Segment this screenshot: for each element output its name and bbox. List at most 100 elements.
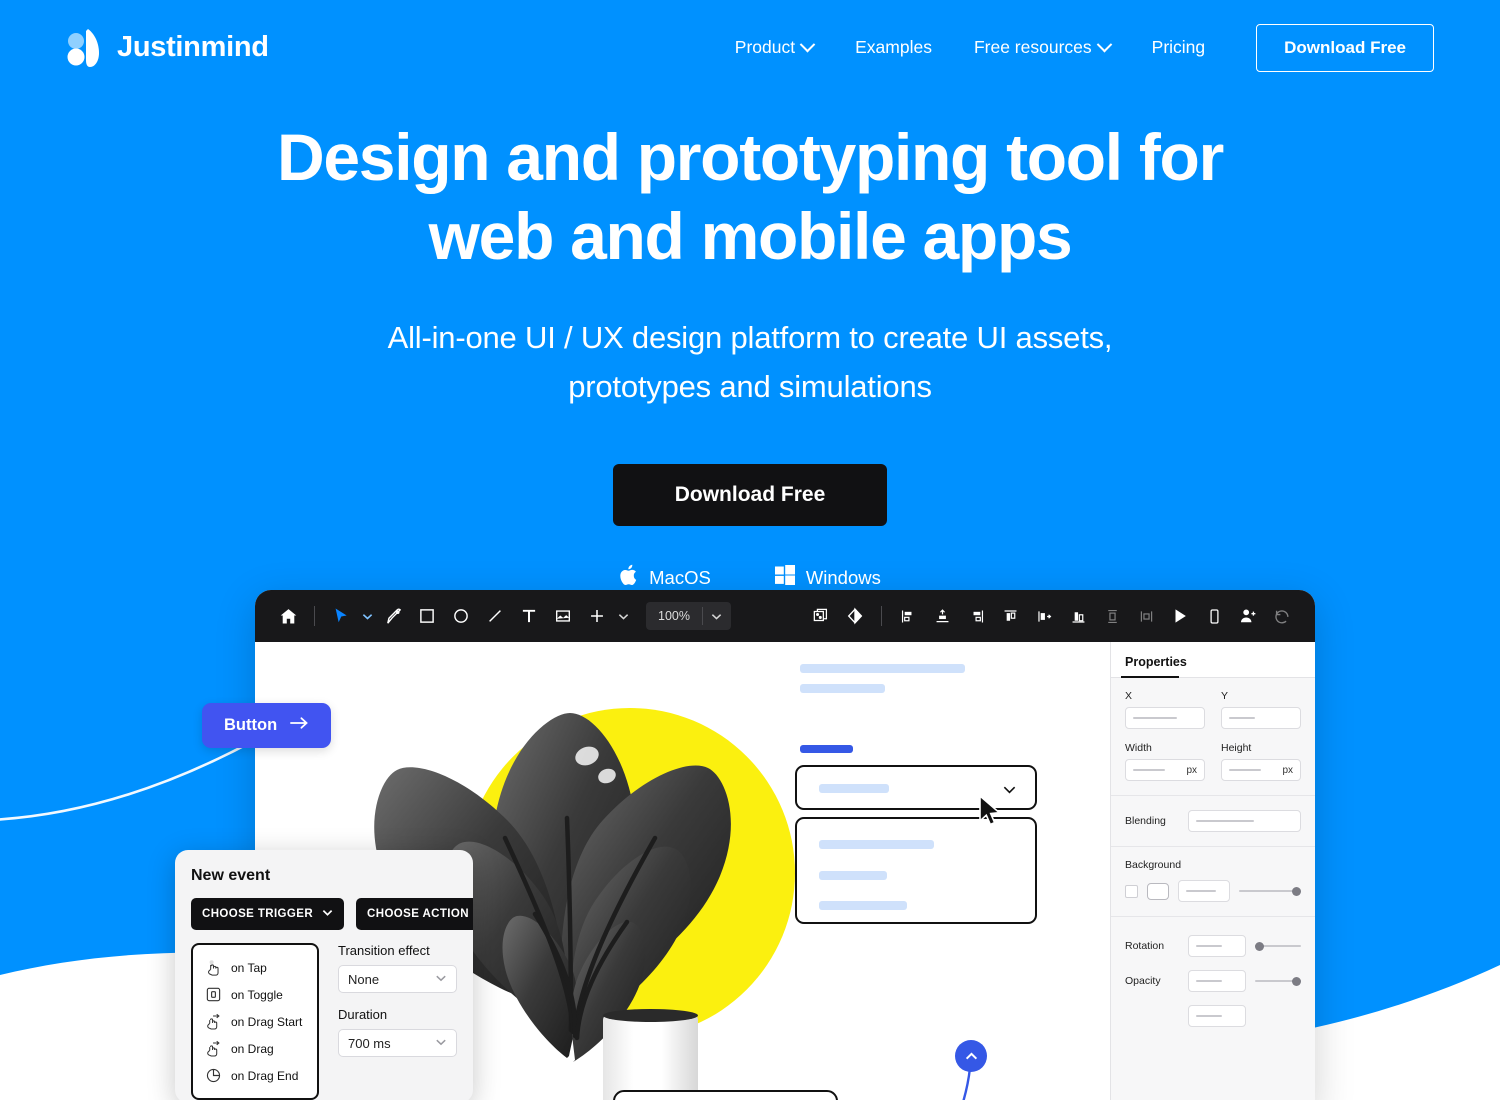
properties-tab-label: Properties [1125,655,1187,669]
wireframe-text-line [800,664,965,673]
duration-select[interactable]: 700 ms [338,1029,457,1057]
placeholder-bar [1133,717,1177,719]
nav-link-label: Free resources [973,37,1092,57]
chevron-down-icon[interactable] [358,599,376,633]
app-toolbar: 100% [255,590,1315,642]
trigger-label: on Drag Start [231,1014,303,1029]
field-width-label: Width [1125,742,1152,754]
select-cursor-icon[interactable] [324,599,358,633]
nav-link-product[interactable]: Product [714,36,834,58]
button-chip[interactable]: Button [202,703,332,748]
trigger-on-drag[interactable]: on Drag [203,1035,307,1062]
windows-icon [774,565,795,590]
home-icon[interactable] [271,599,305,633]
placeholder-bar [1196,980,1222,982]
align-center-horizontal-icon[interactable] [925,599,959,633]
field-y-label: Y [1221,690,1229,702]
os-link-macos[interactable]: MacOS [619,564,711,591]
rectangle-icon[interactable] [410,599,444,633]
wireframe-accent-line [800,745,853,753]
plus-icon[interactable] [580,599,614,633]
brand-name: Justinmind [117,31,269,63]
pen-icon[interactable] [376,599,410,633]
field-x-input[interactable] [1125,707,1205,729]
chevron-up-button[interactable] [955,1040,987,1072]
line-icon[interactable] [478,599,512,633]
placeholder-bar [1196,820,1254,822]
transition-effect-select[interactable]: None [338,965,457,993]
toggle-icon [205,986,222,1003]
text-icon[interactable] [512,599,546,633]
field-y-input[interactable] [1221,707,1301,729]
image-icon[interactable] [546,599,580,633]
button-chip-label: Button [224,716,278,734]
choose-trigger-button[interactable]: CHOOSE TRIGGER [191,898,345,930]
placeholder-bar [1196,1015,1222,1017]
transition-effect-label: Transition effect [338,943,430,958]
blending-label: Blending [1125,815,1166,827]
background-opacity-slider[interactable] [1239,885,1301,897]
distribute-horizontal-icon[interactable] [1027,599,1061,633]
opacity-input[interactable] [1188,970,1246,992]
nav-link-examples[interactable]: Examples [834,37,953,58]
nav-link-pricing[interactable]: Pricing [1131,37,1227,58]
align-right-icon[interactable] [959,599,993,633]
zoom-control[interactable]: 100% [646,602,731,630]
nav-download-free-button[interactable]: Download Free [1256,23,1434,72]
opacity-row: Opacity [1125,970,1301,992]
choose-action-label: CHOOSE ACTION [367,908,469,920]
chevron-down-icon[interactable] [703,611,731,622]
background-color-swatch[interactable] [1147,882,1169,900]
dialog-title: New event [191,867,271,884]
chevron-down-icon [322,907,333,921]
trigger-on-toggle[interactable]: on Toggle [203,981,307,1008]
components-icon[interactable] [804,599,838,633]
chevron-down-icon [435,972,447,987]
extra-input[interactable] [1188,1005,1246,1027]
background-row [1125,880,1301,902]
arrow-right-icon [290,716,309,735]
align-bottom-icon[interactable] [1061,599,1095,633]
play-preview-icon[interactable] [1163,599,1197,633]
background-label: Background [1125,859,1182,871]
field-x: X [1125,690,1205,729]
rotation-slider[interactable] [1255,940,1301,952]
choose-action-button[interactable]: CHOOSE ACTION [356,898,473,930]
properties-panel: Properties X Y Width px Height px Blendi… [1110,642,1315,1100]
slider-knob[interactable] [1255,941,1264,951]
ellipse-icon[interactable] [444,599,478,633]
masking-icon[interactable] [838,599,872,633]
hero-download-free-button[interactable]: Download Free [612,464,888,527]
trigger-on-drag-end[interactable]: on Drag End [203,1062,307,1089]
share-user-icon[interactable] [1231,599,1265,633]
mobile-device-icon[interactable] [1197,599,1231,633]
undo-icon[interactable] [1265,599,1299,633]
tab-properties[interactable]: Properties [1111,642,1315,678]
slider-knob[interactable] [1292,976,1301,986]
xy-row: X Y [1125,690,1301,729]
background-checkbox[interactable] [1125,884,1138,898]
apple-icon [619,564,638,591]
os-link-windows[interactable]: Windows [774,565,881,590]
align-middle-icon[interactable] [1129,599,1163,633]
rotation-input[interactable] [1188,935,1246,957]
field-height-input[interactable]: px [1221,759,1301,781]
nav-link-free-resources[interactable]: Free resources [953,36,1131,58]
align-left-icon[interactable] [891,599,925,633]
wireframe-image-card[interactable] [613,1090,838,1100]
field-width-input[interactable]: px [1125,759,1205,781]
field-height-label: Height [1221,742,1252,754]
slider-knob[interactable] [1292,886,1301,896]
chevron-down-icon[interactable] [614,599,632,633]
opacity-slider[interactable] [1255,975,1301,987]
trigger-on-drag-start[interactable]: on Drag Start [203,1008,307,1035]
brand-logo[interactable]: Justinmind [66,27,269,69]
field-x-label: X [1125,690,1133,702]
wireframe-options-list[interactable] [795,817,1037,924]
background-value-input[interactable] [1178,880,1230,902]
trigger-on-tap[interactable]: on Tap [203,954,307,981]
app-mockup: 100% Properties X Y Width px Height px B… [175,590,1315,1100]
distribute-vertical-icon[interactable] [1095,599,1129,633]
blending-input[interactable] [1188,810,1301,832]
align-top-icon[interactable] [993,599,1027,633]
